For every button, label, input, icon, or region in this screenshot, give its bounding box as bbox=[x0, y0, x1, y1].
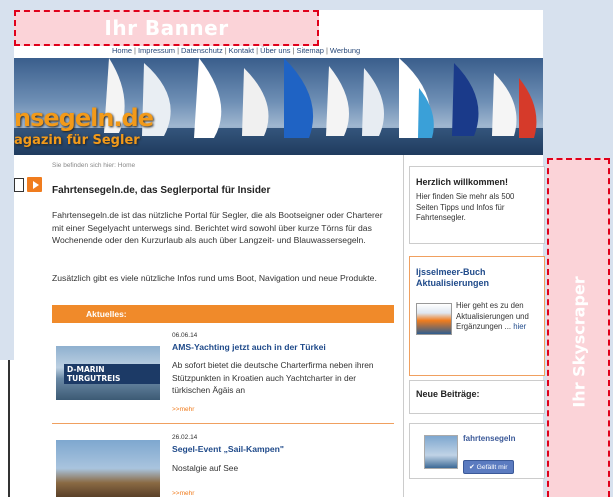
buch-text: Hier geht es zu den Aktualisierungen und… bbox=[456, 301, 542, 333]
new-posts-box: Neue Beiträge: bbox=[409, 380, 545, 414]
play-icon[interactable] bbox=[27, 177, 42, 192]
breadcrumb: Sie befinden sich hier: Home bbox=[52, 162, 136, 169]
welcome-box: Herzlich willkommen! Hier finden Sie meh… bbox=[409, 166, 545, 244]
nav-impressum[interactable]: Impressum bbox=[138, 46, 175, 55]
site-logo-subtitle: agazin für Segler bbox=[14, 133, 140, 148]
news-date: 26.02.14 bbox=[172, 434, 198, 441]
skyscraper-ad[interactable]: Ihr Skyscraper bbox=[547, 158, 610, 497]
page-background-top bbox=[0, 0, 613, 10]
news-more-link[interactable]: >>mehr bbox=[172, 406, 194, 413]
book-cover-image[interactable] bbox=[416, 303, 452, 335]
site-logo[interactable]: nsegeln.de bbox=[14, 104, 154, 132]
nav-sitemap[interactable]: Sitemap bbox=[296, 46, 324, 55]
nav-separator: | bbox=[256, 46, 259, 55]
facebook-like-label: Gefällt mir bbox=[476, 464, 508, 471]
top-navigation: Home | Impressum | Datenschutz | Kontakt | Über … bbox=[112, 46, 360, 55]
slider-control-box[interactable] bbox=[14, 178, 24, 192]
page-title: Fahrtensegeln.de, das Seglerportal für I… bbox=[52, 185, 271, 196]
thumbnail-sign-text: D-MARIN TURGUTREIS bbox=[64, 364, 160, 384]
header-image: nsegeln.de agazin für Segler bbox=[14, 58, 543, 155]
nav-home[interactable]: Home bbox=[112, 46, 132, 55]
banner-ad-label: Ihr Banner bbox=[104, 16, 229, 40]
facebook-like-button[interactable]: ✔ Gefällt mir bbox=[463, 460, 514, 474]
buch-box: Ijsselmeer-Buch Aktualisierungen Hier ge… bbox=[409, 256, 545, 376]
nav-separator: | bbox=[224, 46, 227, 55]
news-date: 06.06.14 bbox=[172, 332, 198, 339]
buch-title-link[interactable]: Ijsselmeer-Buch Aktualisierungen bbox=[416, 267, 538, 289]
page-edge-line bbox=[8, 360, 10, 497]
news-thumbnail[interactable]: D-MARIN TURGUTREIS bbox=[56, 346, 160, 400]
facebook-page-name[interactable]: fahrtensegeln bbox=[463, 434, 515, 443]
nav-datenschutz[interactable]: Datenschutz bbox=[181, 46, 223, 55]
news-item: 26.02.14 Segel-Event „Sail-Kampen" Nosta… bbox=[52, 434, 394, 497]
sidebar-divider bbox=[403, 155, 404, 497]
facebook-box: fahrtensegeln ✔ Gefällt mir bbox=[409, 423, 545, 479]
nav-separator: | bbox=[292, 46, 295, 55]
intro-paragraph: Fahrtensegeln.de ist das nützliche Porta… bbox=[52, 210, 383, 245]
skyscraper-ad-label: Ihr Skyscraper bbox=[569, 276, 588, 408]
news-thumbnail[interactable] bbox=[56, 440, 160, 497]
nav-separator: | bbox=[134, 46, 136, 55]
banner-ad[interactable]: Ihr Banner bbox=[14, 10, 319, 46]
buch-link[interactable]: hier bbox=[513, 322, 526, 331]
aktuelles-header: Aktuelles: bbox=[52, 305, 394, 323]
facebook-avatar[interactable] bbox=[424, 435, 458, 469]
info-paragraph: Zusätzlich gibt es viele nützliche Infos… bbox=[52, 273, 377, 283]
news-more-link[interactable]: >>mehr bbox=[172, 490, 194, 497]
new-posts-title: Neue Beiträge: bbox=[416, 389, 480, 399]
page-background-left bbox=[0, 0, 14, 360]
news-headline-link[interactable]: AMS-Yachting jetzt auch in der Türkei bbox=[172, 342, 326, 352]
nav-kontakt[interactable]: Kontakt bbox=[229, 46, 254, 55]
nav-werbung[interactable]: Werbung bbox=[330, 46, 360, 55]
nav-separator: | bbox=[177, 46, 180, 55]
nav-ueber-uns[interactable]: Über uns bbox=[260, 46, 290, 55]
nav-separator: | bbox=[325, 46, 328, 55]
welcome-text: Hier finden Sie mehr als 500 Seiten Tipp… bbox=[416, 192, 515, 222]
news-headline-link[interactable]: Segel-Event „Sail-Kampen" bbox=[172, 444, 284, 454]
like-check-icon: ✔ bbox=[469, 464, 475, 471]
welcome-title: Herzlich willkommen! bbox=[416, 177, 509, 187]
news-teaser: Nostalgie auf See bbox=[172, 463, 239, 473]
news-teaser: Ab sofort bietet die deutsche Charterfir… bbox=[172, 360, 374, 395]
news-item: D-MARIN TURGUTREIS 06.06.14 AMS-Yachting… bbox=[52, 332, 394, 424]
